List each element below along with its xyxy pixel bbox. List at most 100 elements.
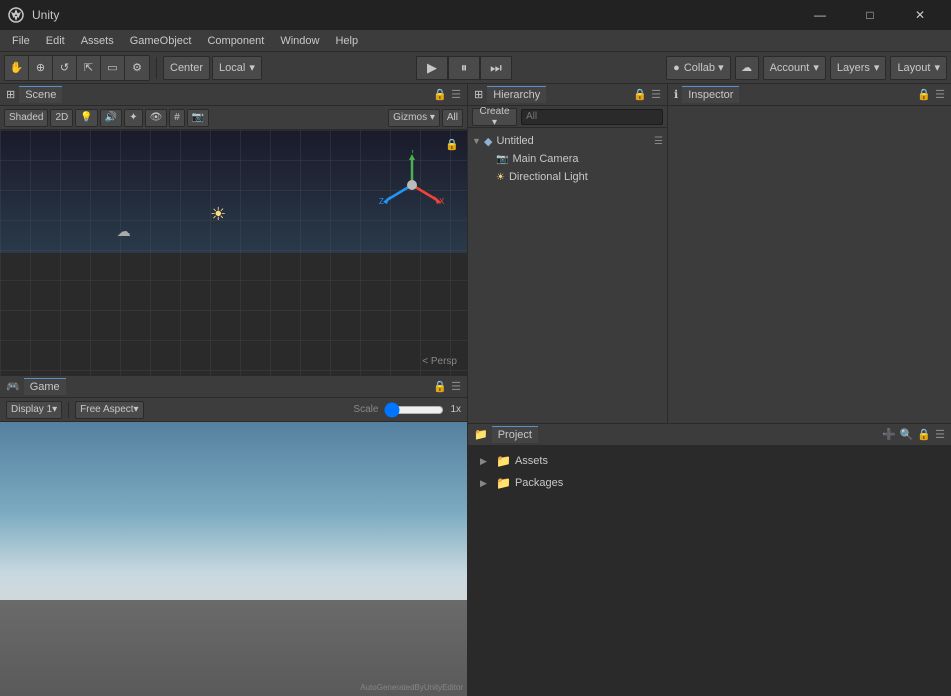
- window-controls: — □ ✕: [797, 0, 943, 30]
- project-lock-icon[interactable]: 🔒: [917, 428, 931, 441]
- scene-menu-icon[interactable]: ☰: [451, 88, 461, 101]
- all-button[interactable]: All: [442, 109, 463, 127]
- create-button[interactable]: Create ▾: [472, 108, 517, 126]
- lighting-button[interactable]: 💡: [75, 109, 97, 127]
- step-button[interactable]: ⏭: [480, 56, 512, 80]
- scene-tab[interactable]: Scene: [19, 86, 62, 103]
- project-panel-icons: ➕ 🔍 🔒 ☰: [882, 428, 945, 441]
- move-tool[interactable]: ⊕: [29, 56, 53, 80]
- game-content[interactable]: AutoGeneratedByUnityEditor: [0, 422, 467, 696]
- assets-expand-arrow: ▶: [480, 456, 492, 467]
- cloud-icon: ☁: [117, 223, 131, 240]
- menu-edit[interactable]: Edit: [38, 33, 73, 49]
- account-arrow: ▾: [813, 61, 819, 74]
- svg-text:Y: Y: [410, 150, 416, 155]
- project-content: ▶ 📁 Assets ▶ 📁 Packages: [468, 446, 951, 696]
- hierarchy-item-main-camera[interactable]: 📷 Main Camera: [468, 150, 667, 168]
- hierarchy-content: ▼ ◆ Untitled ☰ 📷 Main Camera ☀: [468, 128, 667, 423]
- assets-folder-icon: 📁: [496, 454, 511, 468]
- hierarchy-item-dir-light[interactable]: ☀ Directional Light: [468, 168, 667, 186]
- cloud-button[interactable]: ☁: [735, 56, 759, 80]
- transform-tool[interactable]: ⚙: [125, 56, 149, 80]
- scene-gizmo[interactable]: Y X Z: [377, 150, 447, 220]
- hierarchy-menu-icon[interactable]: ☰: [651, 88, 661, 101]
- packages-expand-arrow: ▶: [480, 478, 492, 489]
- collab-label: Collab ▾: [684, 61, 724, 74]
- project-item-packages[interactable]: ▶ 📁 Packages: [476, 472, 943, 494]
- project-item-assets[interactable]: ▶ 📁 Assets: [476, 450, 943, 472]
- hierarchy-search[interactable]: [521, 109, 663, 125]
- project-menu-icon[interactable]: ☰: [935, 428, 945, 441]
- inspector-panel-header: ℹ Inspector 🔒 ☰: [668, 84, 951, 106]
- hierarchy-lock-icon[interactable]: 🔒: [633, 88, 647, 101]
- layout-button[interactable]: Layout ▾: [890, 56, 947, 80]
- grid-button[interactable]: #: [169, 109, 185, 127]
- scale-slider[interactable]: [384, 404, 444, 416]
- inspector-menu-icon[interactable]: ☰: [935, 88, 945, 101]
- top-right: ⊞ Hierarchy 🔒 ☰ Create ▾ ▼ ◆: [468, 84, 951, 424]
- left-panel: ⊞ Scene 🔒 ☰ Shaded 2D 💡 🔊 ✦ 👁 # 📷 Gizmos…: [0, 84, 468, 696]
- scene-toolbar: Shaded 2D 💡 🔊 ✦ 👁 # 📷 Gizmos ▾ All: [0, 106, 467, 130]
- game-icon: 🎮: [6, 380, 20, 393]
- rect-tool[interactable]: ▭: [101, 56, 125, 80]
- maximize-button[interactable]: □: [847, 0, 893, 30]
- rotate-tool[interactable]: ↺: [53, 56, 77, 80]
- project-panel: 📁 Project ➕ 🔍 🔒 ☰ ▶ 📁 Assets ▶ 📁: [468, 424, 951, 696]
- game-lock-icon[interactable]: 🔒: [433, 380, 447, 393]
- hierarchy-panel: ⊞ Hierarchy 🔒 ☰ Create ▾ ▼ ◆: [468, 84, 668, 423]
- scene-content[interactable]: ☀ ☁: [0, 130, 467, 375]
- game-tab[interactable]: Game: [24, 378, 66, 395]
- menu-window[interactable]: Window: [272, 33, 327, 49]
- shading-button[interactable]: Shaded: [4, 109, 48, 127]
- menu-gameobject[interactable]: GameObject: [122, 33, 200, 49]
- game-panel-icons: 🔒 ☰: [433, 380, 461, 393]
- project-search-icon[interactable]: 🔍: [900, 428, 914, 441]
- minimize-button[interactable]: —: [797, 0, 843, 30]
- hierarchy-scene-menu[interactable]: ☰: [654, 136, 663, 147]
- light-icon-small: ☀: [496, 172, 505, 183]
- audio-button[interactable]: 🔊: [100, 109, 122, 127]
- pivot-button[interactable]: Center: [163, 56, 210, 80]
- menu-bar: File Edit Assets GameObject Component Wi…: [0, 30, 951, 52]
- hierarchy-item-untitled[interactable]: ▼ ◆ Untitled ☰: [468, 132, 667, 150]
- collab-button[interactable]: ● Collab ▾: [666, 56, 730, 80]
- display-label: Display 1: [11, 404, 52, 415]
- inspector-content: [668, 106, 951, 423]
- camera-button[interactable]: 📷: [187, 109, 209, 127]
- layers-button[interactable]: Layers ▾: [830, 56, 887, 80]
- sun-icon: ☀: [210, 204, 226, 225]
- menu-component[interactable]: Component: [199, 33, 272, 49]
- space-button[interactable]: Local ▾: [212, 56, 262, 80]
- account-label: Account: [770, 62, 810, 74]
- hierarchy-label-untitled: Untitled: [496, 135, 533, 147]
- scale-tool[interactable]: ⇱: [77, 56, 101, 80]
- account-button[interactable]: Account ▾: [763, 56, 826, 80]
- fx-button[interactable]: ✦: [124, 109, 142, 127]
- 2d-button[interactable]: 2D: [50, 109, 73, 127]
- project-tab[interactable]: Project: [492, 426, 538, 443]
- persp-label: < Persp: [422, 356, 457, 367]
- hidden-button[interactable]: 👁: [145, 109, 168, 127]
- hand-tool[interactable]: ✋: [5, 56, 29, 80]
- main-layout: ⊞ Scene 🔒 ☰ Shaded 2D 💡 🔊 ✦ 👁 # 📷 Gizmos…: [0, 84, 951, 696]
- inspector-lock-icon[interactable]: 🔒: [917, 88, 931, 101]
- scene-icon: ⊞: [6, 88, 15, 101]
- gizmos-button[interactable]: Gizmos ▾: [388, 109, 440, 127]
- menu-help[interactable]: Help: [327, 33, 366, 49]
- play-button[interactable]: ▶: [416, 56, 448, 80]
- project-panel-header: 📁 Project ➕ 🔍 🔒 ☰: [468, 424, 951, 446]
- pause-button[interactable]: ⏸: [448, 56, 480, 80]
- menu-file[interactable]: File: [4, 33, 38, 49]
- aspect-button[interactable]: Free Aspect ▾: [75, 401, 143, 419]
- gizmo-svg: Y X Z: [377, 150, 447, 220]
- game-menu-icon[interactable]: ☰: [451, 380, 461, 393]
- scene-lock-icon[interactable]: 🔒: [433, 88, 447, 101]
- display-button[interactable]: Display 1 ▾: [6, 401, 62, 419]
- inspector-panel: ℹ Inspector 🔒 ☰: [668, 84, 951, 423]
- hierarchy-tab[interactable]: Hierarchy: [487, 86, 546, 103]
- close-button[interactable]: ✕: [897, 0, 943, 30]
- title-bar: Unity — □ ✕: [0, 0, 951, 30]
- project-add-icon[interactable]: ➕: [882, 428, 896, 441]
- inspector-tab[interactable]: Inspector: [682, 86, 739, 103]
- menu-assets[interactable]: Assets: [73, 33, 122, 49]
